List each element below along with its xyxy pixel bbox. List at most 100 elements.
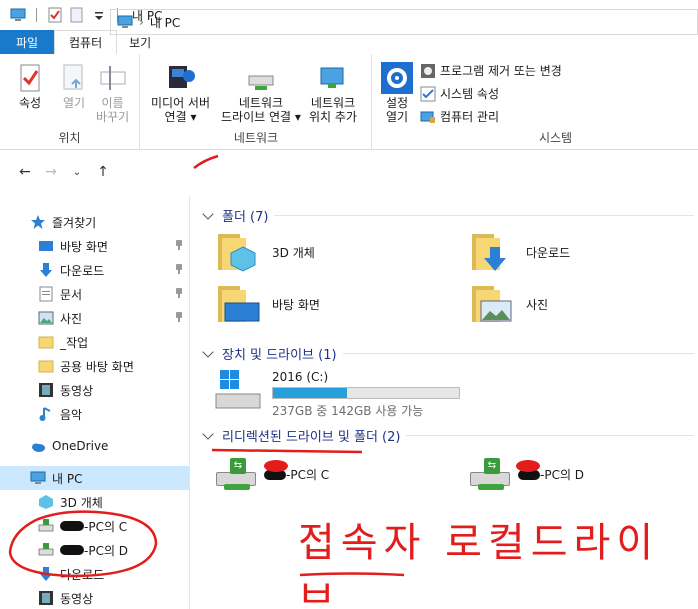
- back-arrow-icon[interactable]: ←: [12, 164, 38, 180]
- nav-quick-access[interactable]: 즐겨찾기: [0, 210, 189, 234]
- nav-onedrive[interactable]: OneDrive: [0, 434, 189, 458]
- nav-pc-3d-objects[interactable]: 3D 개체: [0, 490, 189, 514]
- media-server-label: 연결: [164, 110, 187, 124]
- divider: [274, 215, 694, 216]
- folder-tile-desktop[interactable]: 바탕 화면: [218, 286, 320, 322]
- collapse-chevron-icon[interactable]: [202, 345, 214, 358]
- folder-icon: [38, 334, 54, 350]
- nav-this-pc[interactable]: 내 PC: [0, 466, 189, 490]
- tab-file[interactable]: 파일: [0, 30, 54, 54]
- redacted-mark: [60, 521, 84, 531]
- nav-item-desktop[interactable]: 바탕 화면: [0, 234, 189, 258]
- redirected-drive-icon: ⇆: [468, 458, 512, 490]
- redacted-mark: [60, 545, 84, 555]
- picture-icon: [38, 310, 54, 326]
- desktop-icon: [38, 238, 54, 254]
- star-icon: [30, 214, 46, 230]
- media-server-button[interactable]: 미디어 서버 연결 ▾: [151, 62, 210, 124]
- cube-icon: [38, 494, 54, 510]
- navigation-pane: 즐겨찾기 바탕 화면 다운로드 문서 사진 _작업 공용 바탕 화면 동영상 음…: [0, 196, 190, 609]
- rename-button[interactable]: 이름 바꾸기: [96, 62, 129, 124]
- uninstall-icon: [420, 63, 436, 79]
- folder-tile-downloads[interactable]: 다운로드: [472, 234, 570, 271]
- nav-pc-videos[interactable]: 동영상: [0, 586, 189, 609]
- open-button[interactable]: 열기: [58, 62, 90, 110]
- cloud-icon: [30, 438, 46, 454]
- address-bar[interactable]: › 내 PC: [110, 9, 698, 35]
- drive-name: 2016 (C:): [272, 370, 329, 384]
- add-network-location-button[interactable]: 네트워크 위치 추가: [309, 62, 357, 124]
- uninstall-program-button[interactable]: 프로그램 제거 또는 변경: [420, 62, 562, 79]
- computer-management-button[interactable]: 컴퓨터 관리: [420, 108, 499, 125]
- computer-icon: [10, 7, 26, 23]
- pin-icon[interactable]: [175, 288, 183, 298]
- collapse-chevron-icon[interactable]: [202, 207, 214, 220]
- drive-space-text: 237GB 중 142GB 사용 가능: [272, 404, 424, 418]
- tab-computer[interactable]: 컴퓨터: [54, 30, 118, 54]
- group-label-network: 네트워크: [233, 131, 279, 145]
- pin-icon[interactable]: [175, 240, 183, 250]
- folder-tile-pictures[interactable]: 사진: [472, 286, 548, 322]
- network-drive-icon: [38, 518, 54, 534]
- map-network-drive-button[interactable]: 네트워크 드라이브 연결 ▾: [221, 62, 301, 124]
- recent-chevron-icon[interactable]: ⌄: [64, 167, 90, 178]
- ribbon: 속성 열기 이름 바꾸기 위치 미디어 서버 연결 ▾ 네트워크 드라이브 연결…: [0, 54, 698, 150]
- redirected-drive-c[interactable]: ⇆ -PC의 C: [214, 458, 329, 490]
- nav-item-public-desktop[interactable]: 공용 바탕 화면: [0, 354, 189, 378]
- computer-icon: [30, 470, 46, 486]
- folder-tile-3d-objects[interactable]: 3D 개체: [218, 234, 315, 272]
- navigation-bar: ← → ⌄ ↑: [0, 150, 698, 194]
- open-settings-button[interactable]: 설정 열기: [381, 62, 413, 124]
- section-folders-header[interactable]: 폴더 (7): [200, 206, 694, 225]
- section-redirected-header[interactable]: 리디렉션된 드라이브 및 폴더 (2): [200, 426, 694, 445]
- properties-button[interactable]: 속성: [14, 62, 46, 110]
- system-properties-button[interactable]: 시스템 속성: [420, 85, 499, 102]
- divider: [406, 435, 694, 436]
- music-note-icon: [38, 406, 54, 422]
- nav-item-downloads[interactable]: 다운로드: [0, 258, 189, 282]
- new-folder-quick-icon[interactable]: [69, 7, 85, 23]
- nav-pc-downloads[interactable]: 다운로드: [0, 562, 189, 586]
- network-drive-icon: [245, 62, 277, 94]
- drive-usage-bar: [272, 387, 460, 399]
- computer-management-icon: [420, 109, 436, 125]
- nav-item-work[interactable]: _작업: [0, 330, 189, 354]
- desktop-folder-icon: [218, 286, 262, 322]
- nav-item-videos[interactable]: 동영상: [0, 378, 189, 402]
- collapse-chevron-icon[interactable]: [202, 427, 214, 440]
- pictures-folder-icon: [472, 286, 516, 322]
- redacted-mark: [264, 470, 286, 480]
- nav-pc-redirected-d[interactable]: -PC의 D: [0, 538, 189, 562]
- customize-quick-access-icon[interactable]: [91, 7, 107, 23]
- breadcrumb-this-pc[interactable]: 내 PC: [150, 14, 180, 31]
- breadcrumb-separator-icon[interactable]: ›: [139, 15, 144, 29]
- network-location-icon: [317, 62, 349, 94]
- download-arrow-icon: [38, 262, 54, 278]
- system-properties-icon: [420, 86, 436, 102]
- group-label-system: 시스템: [538, 131, 573, 145]
- map-drive-label: 드라이브 연결: [221, 110, 292, 124]
- forward-arrow-icon[interactable]: →: [38, 164, 64, 180]
- download-arrow-icon: [38, 566, 54, 582]
- pin-icon[interactable]: [175, 312, 183, 322]
- drive-tile-c[interactable]: 2016 (C:) 237GB 중 142GB 사용 가능: [214, 370, 460, 419]
- pin-icon[interactable]: [175, 264, 183, 274]
- nav-item-pictures[interactable]: 사진: [0, 306, 189, 330]
- settings-gear-icon: [381, 62, 413, 94]
- film-icon: [38, 590, 54, 606]
- properties-quick-icon[interactable]: [47, 7, 63, 23]
- up-arrow-icon[interactable]: ↑: [90, 164, 116, 180]
- folder-icon: [38, 358, 54, 374]
- redacted-mark: [518, 470, 540, 480]
- nav-item-documents[interactable]: 문서: [0, 282, 189, 306]
- section-devices-header[interactable]: 장치 및 드라이브 (1): [200, 344, 694, 363]
- nav-pc-redirected-c[interactable]: -PC의 C: [0, 514, 189, 538]
- network-drive-icon: [38, 542, 54, 558]
- drive-usage-fill: [273, 388, 348, 398]
- film-icon: [38, 382, 54, 398]
- redirected-drive-d[interactable]: ⇆ -PC의 D: [468, 458, 584, 490]
- divider: [36, 8, 37, 22]
- open-icon: [58, 62, 90, 94]
- nav-item-music[interactable]: 음악: [0, 402, 189, 426]
- properties-icon: [14, 62, 46, 94]
